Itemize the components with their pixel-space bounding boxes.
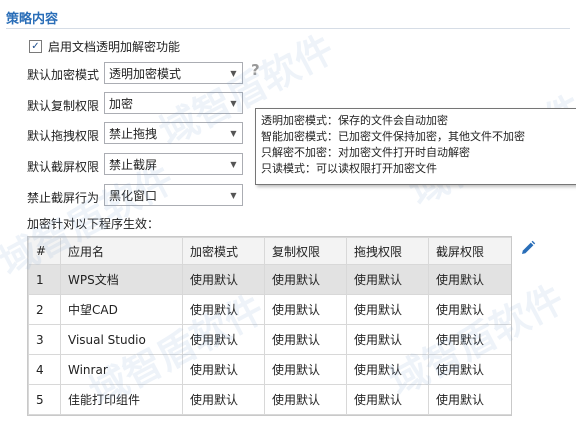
table-row[interactable]: 5 佳能打印组件 使用默认 使用默认 使用默认 使用默认 — [28, 384, 511, 415]
cell-copy: 使用默认 — [264, 324, 347, 355]
program-table[interactable]: # 应用名 加密模式 复制权限 拖拽权限 截屏权限 1 WPS文档 使用默认 使… — [27, 236, 512, 416]
cell-encrypt-mode: 使用默认 — [182, 294, 265, 325]
cell-encrypt-mode: 使用默认 — [182, 324, 265, 355]
cell-encrypt-mode: 使用默认 — [182, 384, 265, 415]
tooltip-line: 智能加密模式：已加密文件保持加密，其他文件不加密 — [261, 130, 525, 143]
chevron-down-icon: ▼ — [230, 68, 237, 78]
help-icon[interactable]: ? — [251, 62, 265, 78]
table-row[interactable]: 4 Winrar 使用默认 使用默认 使用默认 使用默认 — [28, 354, 511, 385]
cell-app-name: WPS文档 — [60, 264, 183, 295]
cell-app-name: Winrar — [60, 354, 183, 385]
edit-pencil-icon[interactable] — [520, 240, 536, 256]
column-header-drag[interactable]: 拖拽权限 — [346, 237, 429, 265]
chevron-down-icon: ▼ — [230, 128, 237, 138]
table-row[interactable]: 3 Visual Studio 使用默认 使用默认 使用默认 使用默认 — [28, 324, 511, 355]
cell-drag: 使用默认 — [346, 354, 429, 385]
enable-checkbox[interactable]: ✓ — [29, 40, 42, 53]
copy-permission-select[interactable]: 加密 ▼ — [104, 92, 243, 114]
cell-drag: 使用默认 — [346, 324, 429, 355]
drag-permission-label: 默认拖拽权限 — [27, 129, 100, 143]
encrypt-mode-select[interactable]: 透明加密模式 ▼ — [104, 62, 243, 84]
encrypt-mode-label: 默认加密模式 — [27, 68, 100, 82]
column-header-copy[interactable]: 复制权限 — [264, 237, 347, 265]
tooltip-line: 只解密不加密：对加密文件打开时自动解密 — [261, 146, 470, 159]
enable-label: 启用文档透明加解密功能 — [48, 40, 181, 54]
screenshot-permission-value: 禁止截屏 — [109, 157, 158, 172]
cell-index: 4 — [28, 354, 61, 385]
block-screenshot-select[interactable]: 黑化窗口 ▼ — [104, 184, 243, 206]
column-header-encrypt-mode[interactable]: 加密模式 — [182, 237, 265, 265]
screenshot-permission-label: 默认截屏权限 — [27, 160, 100, 174]
cell-screenshot: 使用默认 — [428, 354, 511, 385]
cell-index: 5 — [28, 384, 61, 415]
chevron-down-icon: ▼ — [230, 190, 237, 200]
encrypt-mode-value: 透明加密模式 — [109, 66, 182, 81]
cell-copy: 使用默认 — [264, 384, 347, 415]
cell-index: 1 — [28, 264, 61, 295]
column-header-app-name[interactable]: 应用名 — [60, 237, 183, 265]
cell-drag: 使用默认 — [346, 384, 429, 415]
chevron-down-icon: ▼ — [230, 98, 237, 108]
cell-screenshot: 使用默认 — [428, 384, 511, 415]
block-screenshot-label: 禁止截屏行为 — [27, 191, 100, 205]
screenshot-permission-select[interactable]: 禁止截屏 ▼ — [104, 153, 243, 175]
tooltip-line: 只读模式：可以读权限打开加密文件 — [261, 162, 437, 175]
cell-encrypt-mode: 使用默认 — [182, 264, 265, 295]
section-title: 策略内容 — [6, 12, 59, 27]
drag-permission-value: 禁止拖拽 — [109, 126, 158, 141]
cell-index: 2 — [28, 294, 61, 325]
cell-screenshot: 使用默认 — [428, 294, 511, 325]
cell-copy: 使用默认 — [264, 294, 347, 325]
cell-app-name: 中望CAD — [60, 294, 183, 325]
copy-permission-value: 加密 — [109, 96, 134, 111]
cell-screenshot: 使用默认 — [428, 324, 511, 355]
copy-permission-label: 默认复制权限 — [27, 99, 100, 113]
encrypt-mode-tooltip: 透明加密模式：保存的文件会自动加密 智能加密模式：已加密文件保持加密，其他文件不… — [255, 108, 576, 185]
cell-drag: 使用默认 — [346, 264, 429, 295]
cell-index: 3 — [28, 324, 61, 355]
cell-drag: 使用默认 — [346, 294, 429, 325]
tooltip-line: 透明加密模式：保存的文件会自动加密 — [261, 114, 448, 127]
cell-app-name: Visual Studio — [60, 324, 183, 355]
drag-permission-select[interactable]: 禁止拖拽 ▼ — [104, 122, 243, 144]
table-caption: 加密针对以下程序生效： — [27, 217, 160, 231]
table-row[interactable]: 2 中望CAD 使用默认 使用默认 使用默认 使用默认 — [28, 294, 511, 325]
cell-app-name: 佳能打印组件 — [60, 384, 183, 415]
enable-transparent-encryption-row[interactable]: ✓ 启用文档透明加解密功能 — [29, 38, 180, 55]
cell-copy: 使用默认 — [264, 354, 347, 385]
divider — [6, 28, 570, 29]
chevron-down-icon: ▼ — [230, 159, 237, 169]
cell-screenshot: 使用默认 — [428, 264, 511, 295]
table-row[interactable]: 1 WPS文档 使用默认 使用默认 使用默认 使用默认 — [28, 264, 511, 295]
column-header-screenshot[interactable]: 截屏权限 — [428, 237, 511, 265]
column-header-index[interactable]: # — [28, 237, 61, 265]
block-screenshot-value: 黑化窗口 — [109, 188, 158, 203]
cell-encrypt-mode: 使用默认 — [182, 354, 265, 385]
cell-copy: 使用默认 — [264, 264, 347, 295]
table-header-row: # 应用名 加密模式 复制权限 拖拽权限 截屏权限 — [28, 237, 511, 265]
